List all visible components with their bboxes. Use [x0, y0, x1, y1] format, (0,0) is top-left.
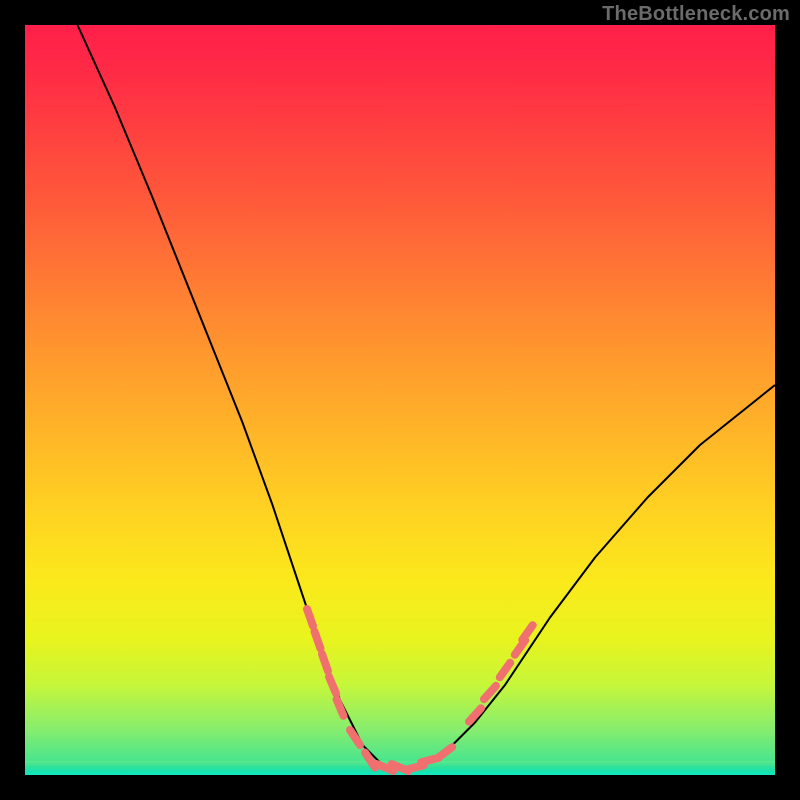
- marker-dash: [438, 747, 452, 758]
- curve-markers: [307, 609, 533, 771]
- marker-dash: [522, 625, 532, 640]
- marker-dash: [315, 632, 321, 649]
- watermark-text: TheBottleneck.com: [602, 3, 790, 26]
- curve-line: [78, 25, 776, 768]
- marker-dash: [500, 663, 510, 678]
- marker-dash: [337, 699, 344, 716]
- marker-dash: [469, 708, 481, 721]
- bottleneck-curve: [25, 25, 775, 775]
- marker-dash: [329, 677, 336, 694]
- marker-dash: [350, 730, 360, 745]
- marker-dash: [322, 654, 328, 671]
- marker-dash: [307, 609, 313, 626]
- chart-frame: TheBottleneck.com: [0, 0, 800, 800]
